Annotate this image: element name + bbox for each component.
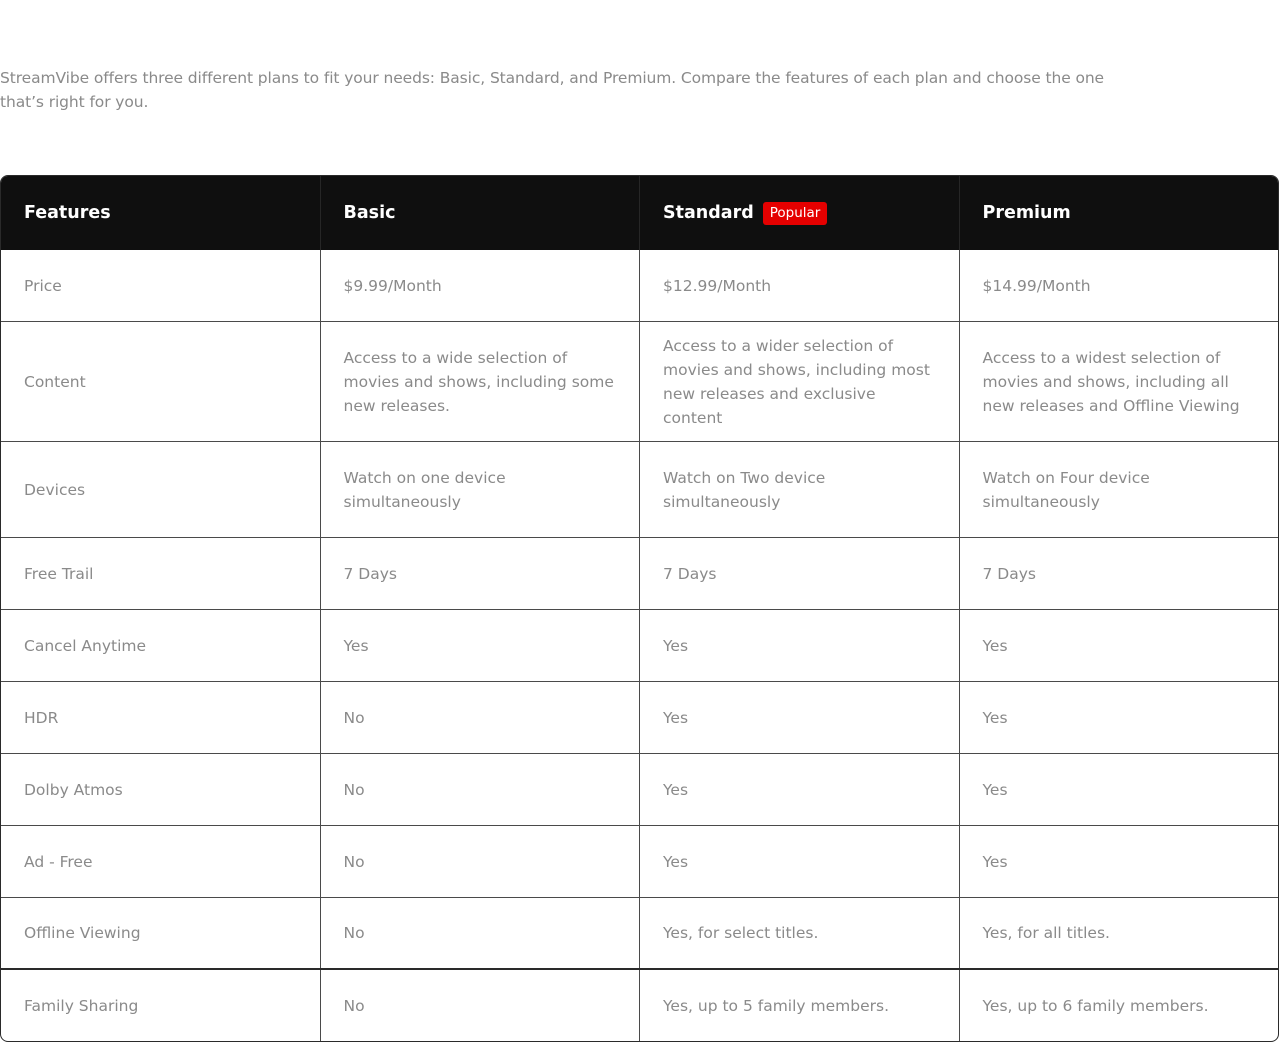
table-row-dolby-atmos: Dolby Atmos No Yes Yes	[1, 754, 1278, 826]
header-premium: Premium	[960, 176, 1279, 250]
table-row-offline-viewing: Offline Viewing No Yes, for select title…	[1, 898, 1278, 970]
basic-cell: $9.99/Month	[321, 250, 640, 321]
feature-cell: HDR	[1, 682, 321, 753]
basic-cell: Yes	[321, 610, 640, 681]
standard-cell: Yes, up to 5 family members.	[640, 970, 960, 1041]
premium-cell: Access to a widest selection of movies a…	[982, 348, 1240, 415]
table-row-devices: Devices Watch on one device simultaneous…	[1, 442, 1278, 538]
table-row-hdr: HDR No Yes Yes	[1, 682, 1278, 754]
feature-cell: Devices	[1, 442, 321, 537]
table-header-row: Features Basic Standard Popular Premium	[1, 176, 1278, 250]
header-standard-label: Standard	[663, 203, 754, 223]
standard-cell: Watch on Two device simultaneously	[640, 442, 960, 537]
table-row-free-trail: Free Trail 7 Days 7 Days 7 Days	[1, 538, 1278, 610]
plan-comparison-table: Features Basic Standard Popular Premium P…	[0, 175, 1279, 1042]
standard-cell: $12.99/Month	[640, 250, 960, 321]
premium-cell: 7 Days	[982, 564, 1036, 583]
table-row-content: Content Access to a wide selection of mo…	[1, 322, 1278, 442]
basic-cell: No	[321, 682, 640, 753]
standard-cell: Yes, for select titles.	[640, 898, 960, 968]
table-row-family-sharing: Family Sharing No Yes, up to 5 family me…	[1, 970, 1278, 1041]
table-row-price: Price $9.99/Month $12.99/Month $14.99/Mo…	[1, 250, 1278, 322]
plans-intro-text: StreamVibe offers three different plans …	[0, 69, 1104, 111]
header-premium-label: Premium	[982, 203, 1071, 223]
basic-cell: No	[321, 898, 640, 968]
feature-cell: Free Trail	[1, 538, 321, 609]
feature-cell: Cancel Anytime	[1, 610, 321, 681]
standard-cell: Yes	[640, 826, 960, 897]
premium-cell: Yes	[982, 708, 1008, 727]
premium-cell: Yes	[982, 852, 1008, 871]
standard-cell: 7 Days	[640, 538, 960, 609]
standard-cell: Yes	[640, 682, 960, 753]
table-row-ad-free: Ad - Free No Yes Yes	[1, 826, 1278, 898]
feature-cell: Price	[1, 250, 321, 321]
table-row-cancel-anytime: Cancel Anytime Yes Yes Yes	[1, 610, 1278, 682]
header-features: Features	[1, 176, 321, 250]
standard-cell: Yes	[640, 754, 960, 825]
premium-cell: $14.99/Month	[982, 276, 1091, 295]
premium-cell: Yes	[982, 636, 1008, 655]
popular-badge: Popular	[762, 201, 828, 225]
standard-cell: Yes	[640, 610, 960, 681]
feature-cell: Family Sharing	[1, 970, 321, 1041]
header-features-label: Features	[24, 203, 111, 223]
header-standard: Standard Popular	[640, 176, 960, 250]
standard-cell: Access to a wider selection of movies an…	[640, 322, 960, 441]
header-basic: Basic	[321, 176, 640, 250]
premium-cell: Yes	[982, 780, 1008, 799]
basic-cell: Access to a wide selection of movies and…	[321, 322, 640, 441]
feature-cell: Content	[1, 322, 321, 441]
basic-cell: No	[321, 970, 640, 1041]
basic-cell: 7 Days	[321, 538, 640, 609]
basic-cell: Watch on one device simultaneously	[321, 442, 640, 537]
basic-cell: No	[321, 826, 640, 897]
premium-cell: Yes, up to 6 family members.	[982, 997, 1209, 1015]
header-basic-label: Basic	[343, 203, 396, 223]
feature-cell: Dolby Atmos	[1, 754, 321, 825]
feature-cell: Ad - Free	[1, 826, 321, 897]
feature-cell: Offline Viewing	[1, 898, 321, 968]
premium-cell: Watch on Four device simultaneously	[982, 468, 1150, 511]
basic-cell: No	[321, 754, 640, 825]
premium-cell: Yes, for all titles.	[982, 924, 1110, 942]
